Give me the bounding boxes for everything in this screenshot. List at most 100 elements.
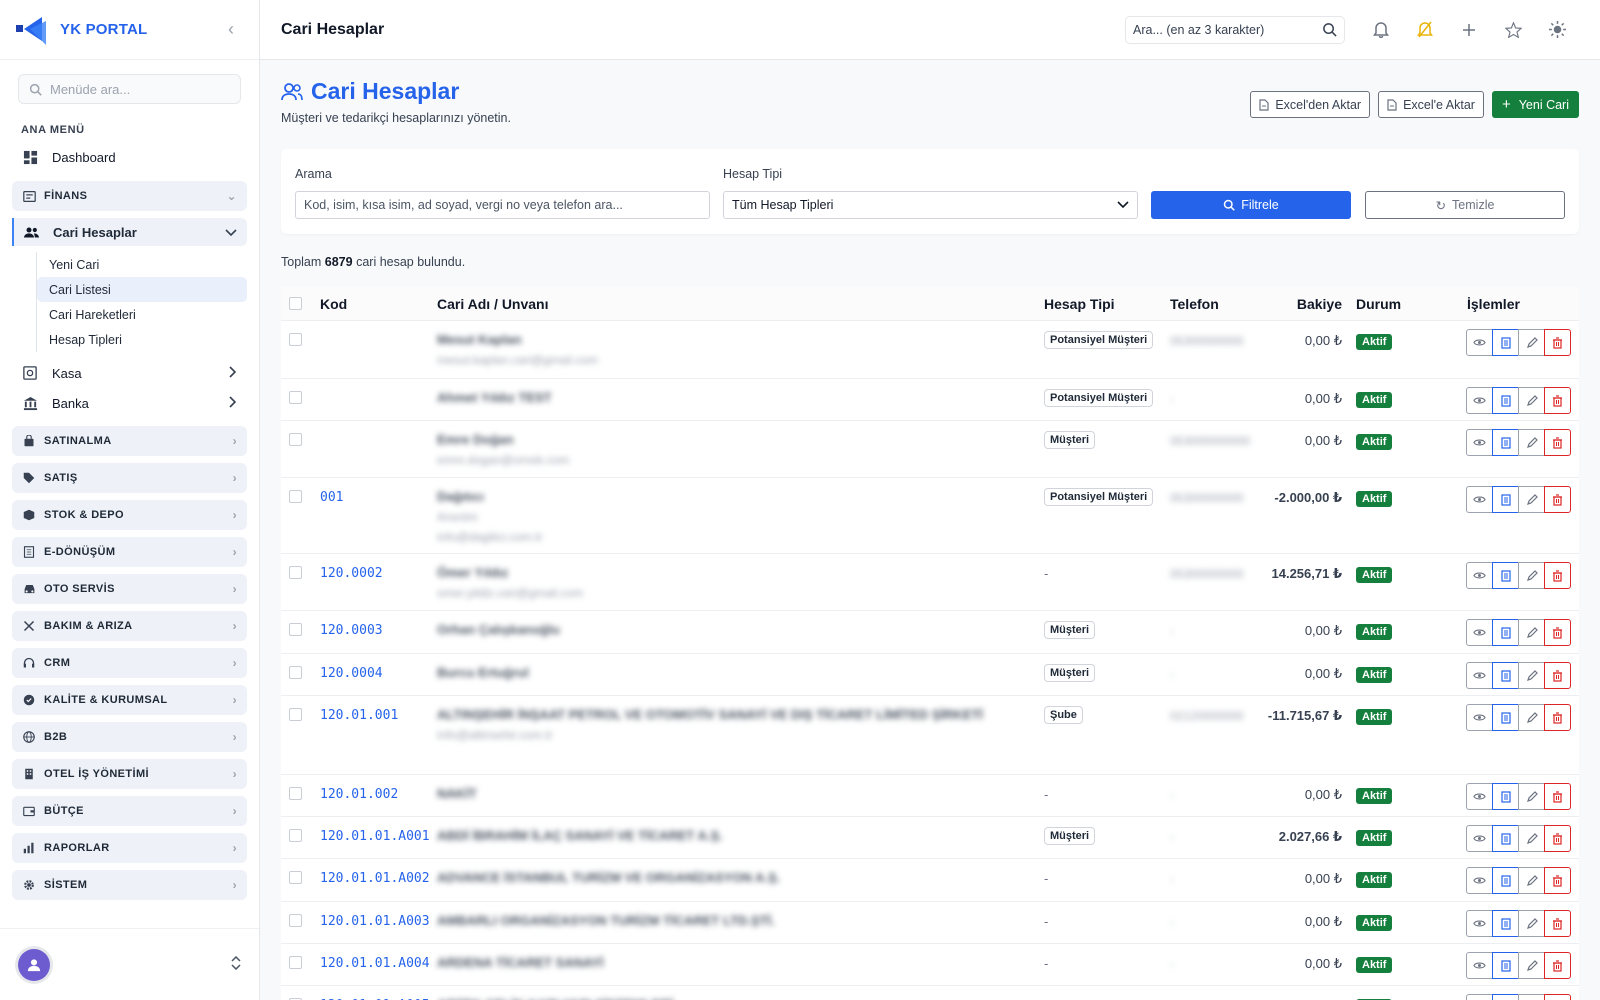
edit-button[interactable] [1518,867,1545,894]
table-row[interactable]: Mesut Kaplan mesut.kaplan.cari@gmail.com P… [281,321,1579,379]
delete-button[interactable] [1544,783,1571,810]
table-row[interactable]: 120.01.01.A004 ARDENA TİCARET SANAYİ - - 0,0… [281,944,1579,986]
view-button[interactable] [1466,387,1493,414]
sidebar-item-cari-hesaplar[interactable]: Cari Hesaplar [12,218,247,246]
account-code-link[interactable]: 120.01.002 [320,787,398,802]
sidebar-section-butce[interactable]: BÜTÇE › [12,796,247,826]
export-excel-button[interactable]: Excel'e Aktar [1378,91,1484,118]
select-all-checkbox[interactable] [289,297,302,310]
header-tel[interactable]: Telefon [1170,296,1219,312]
row-checkbox[interactable] [289,829,302,842]
sidebar-item-kasa[interactable]: Kasa [12,358,247,388]
statement-button[interactable] [1492,329,1519,356]
statement-button[interactable] [1492,486,1519,513]
delete-button[interactable] [1544,387,1571,414]
row-checkbox[interactable] [289,914,302,927]
statement-button[interactable] [1492,562,1519,589]
edit-button[interactable] [1518,662,1545,689]
avatar[interactable] [18,948,50,981]
delete-button[interactable] [1544,329,1571,356]
row-checkbox[interactable] [289,956,302,969]
plus-icon[interactable] [1447,23,1491,37]
statement-button[interactable] [1492,994,1519,1000]
table-row[interactable]: 120.01.001 ALTINŞEHİR İNŞAAT PETROL VE OT… [281,696,1579,775]
edit-button[interactable] [1518,486,1545,513]
row-checkbox[interactable] [289,333,302,346]
row-checkbox[interactable] [289,787,302,800]
sidebar-section-satis[interactable]: SATIŞ › [12,463,247,493]
header-durum[interactable]: Durum [1356,296,1401,312]
account-code-link[interactable]: 120.01.01.A003 [320,914,430,929]
view-button[interactable] [1466,486,1493,513]
sidebar-section-satinalma[interactable]: SATINALMA › [12,426,247,456]
account-name-cell[interactable]: Ömer Yıldız omer.yildiz.cari@gmail.com [437,565,997,600]
account-code-link[interactable]: 120.01.01.A002 [320,871,430,886]
view-button[interactable] [1466,952,1493,979]
bell-off-icon[interactable] [1403,21,1447,38]
view-button[interactable] [1466,562,1493,589]
header-tip[interactable]: Hesap Tipi [1044,296,1115,312]
import-excel-button[interactable]: Excel'den Aktar [1250,91,1371,118]
delete-button[interactable] [1544,867,1571,894]
row-checkbox[interactable] [289,623,302,636]
sidebar-section-oto-servis[interactable]: OTO SERVİS › [12,574,247,604]
view-button[interactable] [1466,704,1493,731]
statement-button[interactable] [1492,429,1519,456]
sidebar-subitem-cari-hareketleri[interactable]: Cari Hareketleri [37,302,247,327]
account-type-select[interactable]: Tüm Hesap Tipleri [723,191,1138,219]
account-code-link[interactable]: 120.01.001 [320,708,398,723]
table-row[interactable]: 120.01.01.A001 ABDİ İBRAHİM İLAÇ SANAYİ V… [281,817,1579,859]
edit-button[interactable] [1518,994,1545,1000]
statement-button[interactable] [1492,825,1519,852]
clear-button[interactable]: ↻ Temizle [1365,191,1565,219]
row-checkbox[interactable] [289,433,302,446]
edit-button[interactable] [1518,562,1545,589]
account-name-cell[interactable]: ADVANCE İSTANBUL TURİZM VE ORGANİZASYON … [437,870,997,885]
statement-button[interactable] [1492,704,1519,731]
search-input[interactable]: Kod, isim, kısa isim, ad soyad, vergi no… [295,191,710,219]
table-row[interactable]: Ahmet Yıldız TEST Potansiyel Müşteri - 0,00… [281,379,1579,421]
brand-logo-icon[interactable] [16,13,50,47]
sidebar-section-bakim-ariza[interactable]: BAKIM & ARIZA › [12,611,247,641]
filter-button[interactable]: Filtrele [1151,191,1351,219]
star-icon[interactable] [1491,21,1535,38]
view-button[interactable] [1466,619,1493,646]
sidebar-section-kalite-kurumsal[interactable]: KALİTE & KURUMSAL › [12,685,247,715]
account-code-link[interactable]: 120.0002 [320,566,383,581]
statement-button[interactable] [1492,662,1519,689]
sidebar-section-finans[interactable]: FİNANS ⌄ [12,181,247,211]
edit-button[interactable] [1518,619,1545,646]
header-bakiye[interactable]: Bakiye [1297,296,1342,312]
table-row[interactable]: Emre Doğan emre.dogan@ornek.com Müşteri 053… [281,421,1579,478]
sidebar-section-stok-depo[interactable]: STOK & DEPO › [12,500,247,530]
row-checkbox[interactable] [289,708,302,721]
delete-button[interactable] [1544,486,1571,513]
bell-icon[interactable] [1359,21,1403,38]
table-row[interactable]: 120.0003 Orhan Çalışkanoğlu Müşteri - 0,00 ₺… [281,611,1579,654]
account-name-cell[interactable]: NAKİT [437,786,997,801]
account-name-cell[interactable]: Burcu Ertuğrul [437,665,997,680]
sidebar-section-e-donusum[interactable]: E-DÖNÜŞÜM › [12,537,247,567]
delete-button[interactable] [1544,910,1571,937]
table-row[interactable]: 120.0004 Burcu Ertuğrul Müşteri - 0,00 ₺ Akti… [281,654,1579,696]
row-checkbox[interactable] [289,871,302,884]
edit-button[interactable] [1518,825,1545,852]
view-button[interactable] [1466,662,1493,689]
statement-button[interactable] [1492,910,1519,937]
account-code-link[interactable]: 120.01.01.A004 [320,956,430,971]
table-row[interactable]: 120.01.01.A002 ADVANCE İSTANBUL TURİZM VE… [281,859,1579,902]
edit-button[interactable] [1518,783,1545,810]
row-checkbox[interactable] [289,391,302,404]
statement-button[interactable] [1492,783,1519,810]
statement-button[interactable] [1492,867,1519,894]
table-row[interactable]: 120.01.01.A005ARTEK ÇELİK KAPI YAPI SİST… [281,986,1579,1000]
view-button[interactable] [1466,994,1493,1000]
edit-button[interactable] [1518,429,1545,456]
row-checkbox[interactable] [289,566,302,579]
delete-button[interactable] [1544,662,1571,689]
collapse-sidebar-icon[interactable]: ‹ [219,19,243,40]
header-kod[interactable]: Kod [320,296,347,312]
delete-button[interactable] [1544,704,1571,731]
view-button[interactable] [1466,783,1493,810]
sidebar-item-dashboard[interactable]: Dashboard [12,142,247,172]
